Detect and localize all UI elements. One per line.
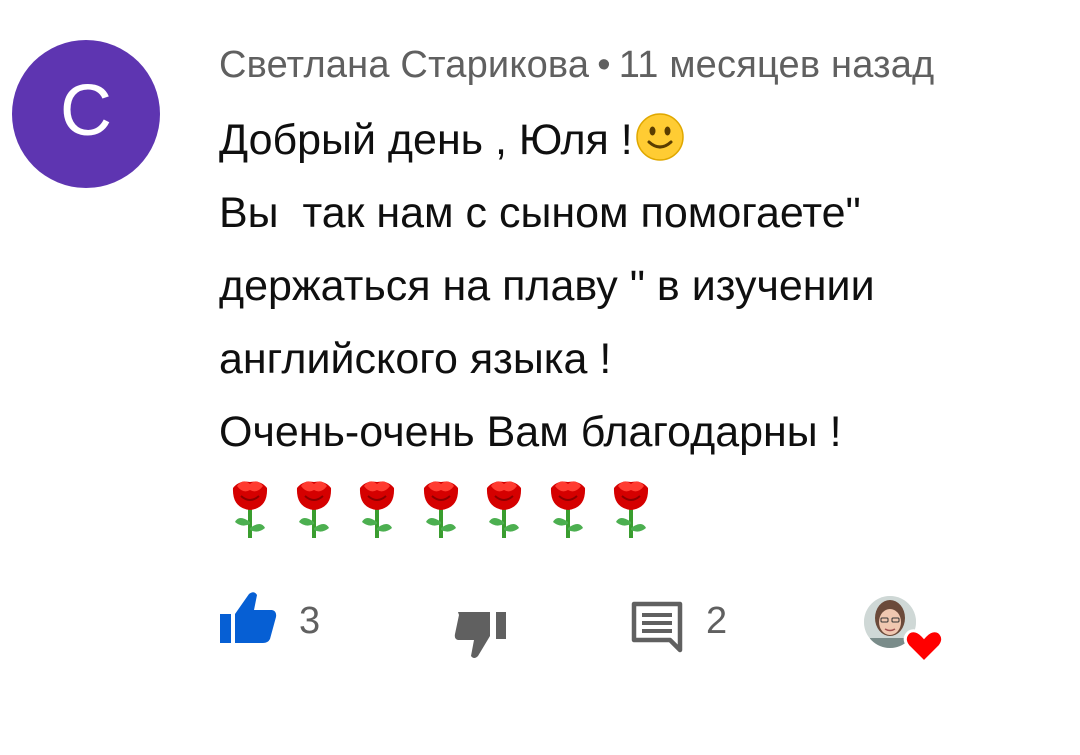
comment-line: Очень-очень Вам благодарны ! xyxy=(219,408,842,456)
reply-count: 2 xyxy=(706,600,728,642)
author-avatar[interactable]: С xyxy=(12,40,160,188)
comment-line: держаться на плаву " в изучении xyxy=(219,262,875,310)
thumbs-down-icon[interactable] xyxy=(454,608,512,665)
rose-emoji-icon xyxy=(481,478,527,540)
rose-emoji-icon xyxy=(227,478,273,540)
smiling-face-emoji-icon xyxy=(635,112,685,185)
creator-heart-icon xyxy=(862,592,945,665)
avatar-letter: С xyxy=(60,71,112,151)
comment-thread-item: С Светлана Старикова • 11 месяцев назад До… xyxy=(0,0,1080,755)
comment-line: Вы так нам с сыном помогаете" xyxy=(219,189,861,237)
comment-timestamp[interactable]: 11 месяцев назад xyxy=(619,44,935,86)
separator-dot: • xyxy=(597,44,611,86)
rose-emoji-row xyxy=(227,478,672,540)
comment-header: Светлана Старикова • 11 месяцев назад xyxy=(219,44,934,87)
rose-emoji-icon xyxy=(418,478,464,540)
comment-line: Добрый день , Юля ! xyxy=(219,104,1059,177)
like-count: 3 xyxy=(299,600,321,642)
thumbs-up-icon[interactable] xyxy=(218,590,278,651)
comment-icon[interactable] xyxy=(630,600,684,659)
comment-action-bar: 3 2 xyxy=(0,590,1080,670)
comment-text: Добрый день , Юля ! Вы так нам с сыном п… xyxy=(219,104,1059,469)
rose-emoji-icon xyxy=(291,478,337,540)
rose-emoji-icon xyxy=(354,478,400,540)
comment-line: английского языка ! xyxy=(219,335,612,383)
rose-emoji-icon xyxy=(608,478,654,540)
rose-emoji-icon xyxy=(545,478,591,540)
author-name[interactable]: Светлана Старикова xyxy=(219,44,589,86)
